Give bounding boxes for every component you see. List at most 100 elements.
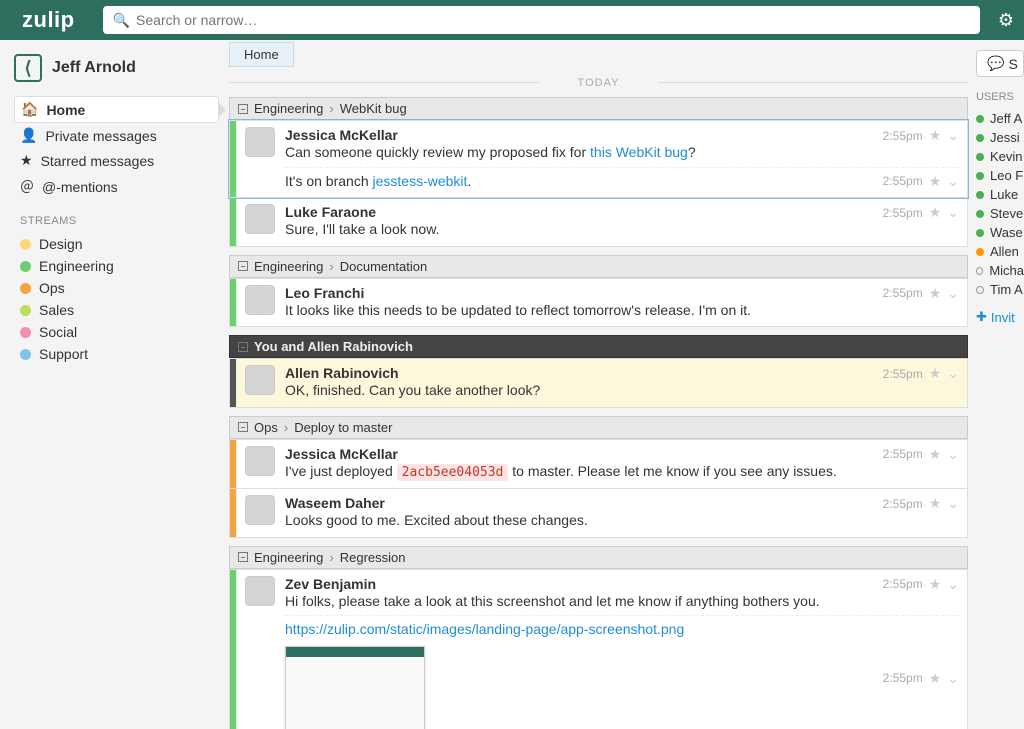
tab-home[interactable]: Home [229, 42, 294, 67]
nav-item-starred-messages[interactable]: ★Starred messages [14, 148, 219, 173]
stream-dot-icon [20, 349, 31, 360]
presence-dot-icon [976, 210, 984, 218]
star-icon[interactable]: ★ [929, 495, 942, 512]
user-list-item[interactable]: Jessi [976, 128, 1024, 147]
collapse-icon[interactable] [238, 104, 248, 114]
stream-item-sales[interactable]: Sales [14, 299, 219, 321]
star-icon[interactable]: ★ [929, 173, 942, 190]
recipient-bar-stream[interactable]: Engineering › WebKit bug [229, 97, 968, 120]
sender-name[interactable]: Luke Faraone [285, 204, 873, 220]
message-text: OK, finished. Can you take another look? [285, 381, 873, 401]
search-input[interactable] [136, 12, 970, 28]
right-sidebar: 💬 S USERS Jeff AJessiKevinLeo FLukeSteve… [972, 40, 1024, 729]
current-user-row[interactable]: ⟨ Jeff Arnold [14, 54, 219, 82]
stream-item-social[interactable]: Social [14, 321, 219, 343]
avatar[interactable] [245, 127, 275, 157]
chevron-down-icon[interactable]: ⌄ [947, 495, 959, 512]
sender-name[interactable]: Allen Rabinovich [285, 365, 873, 381]
chevron-down-icon[interactable]: ⌄ [947, 127, 959, 144]
message-row[interactable]: Zev Benjamin Hi folks, please take a loo… [229, 569, 968, 729]
timestamp: 2:55pm [883, 671, 923, 685]
collapse-icon[interactable] [238, 552, 248, 562]
chevron-down-icon[interactable]: ⌄ [947, 365, 959, 382]
image-thumbnail[interactable] [285, 646, 425, 729]
message-row[interactable]: Jessica McKellar Can someone quickly rev… [229, 120, 968, 198]
avatar[interactable] [245, 446, 275, 476]
presence-dot-icon [976, 115, 984, 123]
presence-dot-icon [976, 191, 984, 199]
user-list-item[interactable]: Steve [976, 204, 1024, 223]
avatar[interactable] [245, 285, 275, 315]
sender-name[interactable]: Waseem Daher [285, 495, 873, 511]
message-row[interactable]: Leo Franchi It looks like this needs to … [229, 278, 968, 328]
nav-item-private-messages[interactable]: 👤Private messages [14, 123, 219, 148]
recipient-bar-stream[interactable]: Ops › Deploy to master [229, 416, 968, 439]
message-row[interactable]: Jessica McKellar I've just deployed 2acb… [229, 439, 968, 489]
user-list-item[interactable]: Luke [976, 185, 1024, 204]
sender-name[interactable]: Jessica McKellar [285, 446, 873, 462]
message-link[interactable]: jesstess-webkit [373, 173, 468, 189]
recipient-bar-stream[interactable]: Engineering › Documentation [229, 255, 968, 278]
message-text: It's on branch jesstess-webkit. [285, 172, 883, 192]
message-row[interactable]: Allen Rabinovich OK, finished. Can you t… [229, 358, 968, 408]
message-text: Can someone quickly review my proposed f… [285, 143, 873, 163]
stream-dot-icon [20, 305, 31, 316]
user-list-item[interactable]: Micha [976, 261, 1024, 280]
stream-item-support[interactable]: Support [14, 343, 219, 365]
message-row[interactable]: Luke Faraone Sure, I'll take a look now.… [229, 198, 968, 247]
stream-item-ops[interactable]: Ops [14, 277, 219, 299]
collapse-icon[interactable] [238, 422, 248, 432]
star-icon[interactable]: ★ [929, 576, 942, 593]
star-icon[interactable]: ★ [929, 285, 942, 302]
nav-item-home[interactable]: 🏠Home [14, 96, 219, 123]
star-icon[interactable]: ★ [929, 446, 942, 463]
timestamp: 2:55pm [883, 286, 923, 300]
collapse-icon[interactable] [238, 261, 248, 271]
stream-item-design[interactable]: Design [14, 233, 219, 255]
app-logo: zulip [22, 7, 75, 33]
chevron-down-icon[interactable]: ⌄ [947, 670, 959, 687]
search-box[interactable]: 🔍 [103, 6, 980, 34]
presence-dot-icon [976, 134, 984, 142]
chevron-down-icon[interactable]: ⌄ [947, 204, 959, 221]
message-row[interactable]: Waseem Daher Looks good to me. Excited a… [229, 489, 968, 538]
timestamp: 2:55pm [883, 129, 923, 143]
user-list-item[interactable]: Jeff A [976, 109, 1024, 128]
user-list-item[interactable]: Wase [976, 223, 1024, 242]
user-list-item[interactable]: Kevin [976, 147, 1024, 166]
message-link[interactable]: this WebKit bug [590, 144, 688, 160]
user-list-item[interactable]: Allen [976, 242, 1024, 261]
nav-item--mentions[interactable]: ＠@-mentions [14, 173, 219, 201]
message-link[interactable]: https://zulip.com/static/images/landing-… [285, 621, 684, 637]
compose-button[interactable]: 💬 S [976, 50, 1024, 77]
chevron-down-icon[interactable]: ⌄ [947, 173, 959, 190]
stream-dot-icon [20, 283, 31, 294]
chevron-down-icon[interactable]: ⌄ [947, 285, 959, 302]
code-span: 2acb5ee04053d [397, 464, 509, 481]
star-icon[interactable]: ★ [929, 670, 942, 687]
recipient-bar-pm[interactable]: You and Allen Rabinovich [229, 335, 968, 358]
invite-link[interactable]: ✚ Invit [976, 309, 1024, 325]
streams-heading: STREAMS [20, 215, 213, 227]
avatar[interactable] [245, 365, 275, 395]
sender-name[interactable]: Zev Benjamin [285, 576, 873, 592]
sender-name[interactable]: Jessica McKellar [285, 127, 873, 143]
star-icon[interactable]: ★ [929, 127, 942, 144]
user-list-item[interactable]: Leo F [976, 166, 1024, 185]
timestamp: 2:55pm [883, 497, 923, 511]
avatar[interactable] [245, 576, 275, 606]
stream-item-engineering[interactable]: Engineering [14, 255, 219, 277]
avatar[interactable] [245, 495, 275, 525]
collapse-icon[interactable] [238, 342, 248, 352]
user-list-item[interactable]: Tim A [976, 280, 1024, 299]
chevron-down-icon[interactable]: ⌄ [947, 446, 959, 463]
star-icon[interactable]: ★ [929, 204, 942, 221]
gear-icon[interactable]: ⚙ [998, 10, 1014, 31]
recipient-bar-stream[interactable]: Engineering › Regression [229, 546, 968, 569]
star-icon[interactable]: ★ [929, 365, 942, 382]
sender-name[interactable]: Leo Franchi [285, 285, 873, 301]
at-icon: ＠ [20, 177, 34, 197]
avatar[interactable] [245, 204, 275, 234]
chevron-down-icon[interactable]: ⌄ [947, 576, 959, 593]
left-sidebar: ⟨ Jeff Arnold 🏠Home👤Private messages★Sta… [0, 40, 225, 729]
